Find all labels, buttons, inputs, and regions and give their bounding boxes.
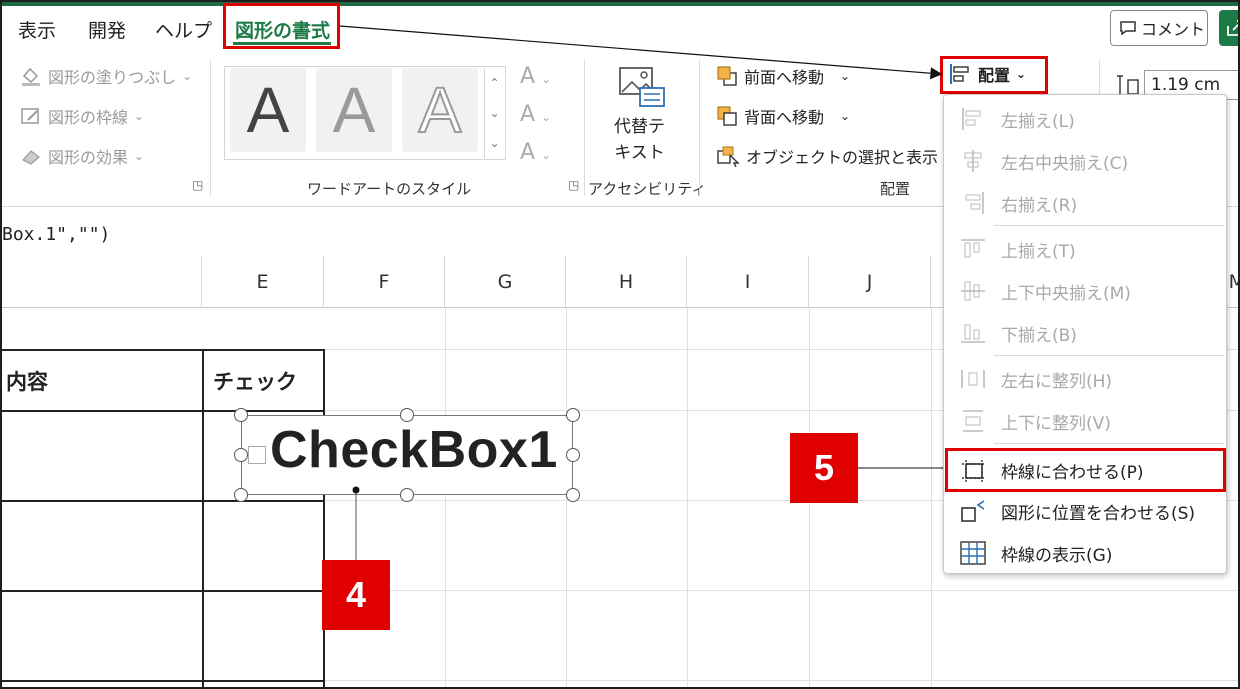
menu-item-view-gridlines[interactable]: 枠線の表示(G) [944,533,1228,573]
menu-item-align-bottom[interactable]: 下揃え(B) [944,313,1228,353]
distribute-vertical-icon [963,410,983,432]
menu-item-snap-to-shape[interactable]: 図形に位置を合わせる(S) [944,491,1228,531]
menu-item-align-middle[interactable]: 上下中央揃え(M) [944,271,1228,311]
align-right-icon [965,192,984,214]
menu-item-label: 上下中央揃え(M) [1001,283,1131,304]
align-top-icon [961,239,985,258]
align-center-icon [964,150,982,172]
menu-separator [994,355,1224,356]
align-dropdown-menu: 左揃え(L) 左右中央揃え(C) 右揃え(R) 上揃え(T) 上下中央揃え(M)… [943,94,1227,574]
snap-to-grid-icon [962,460,986,482]
excel-window: 表示 開発 ヘルプ 図形の書式 コメント 図形の塗りつぶし ⌄ 図形の枠線 ⌄ … [0,0,1240,689]
menu-item-align-top[interactable]: 上揃え(T) [944,229,1228,269]
align-middle-icon [961,281,985,301]
menu-item-label: 左揃え(L) [1001,111,1075,132]
menu-item-distribute-vertical[interactable]: 上下に整列(V) [944,401,1228,441]
step-4-badge: 4 [322,560,390,630]
menu-item-align-center[interactable]: 左右中央揃え(C) [944,141,1228,181]
menu-item-snap-to-grid[interactable]: 枠線に合わせる(P) [945,448,1226,492]
menu-item-label: 下揃え(B) [1001,325,1077,346]
menu-item-label: 上揃え(T) [1001,241,1076,262]
align-left-icon [962,108,981,130]
menu-item-label: 左右中央揃え(C) [1001,153,1129,174]
snap-to-shape-icon [961,500,985,522]
menu-item-label: 右揃え(R) [1001,195,1078,216]
view-gridlines-icon [960,541,986,565]
menu-item-align-left[interactable]: 左揃え(L) [944,99,1228,139]
menu-separator [994,225,1224,226]
distribute-horizontal-icon [961,370,985,388]
menu-item-label: 左右に整列(H) [1001,371,1113,392]
align-bottom-icon [961,324,985,343]
menu-separator [994,443,1224,444]
menu-item-label: 枠線に合わせる(P) [1001,462,1144,483]
step-5-badge: 5 [790,433,858,503]
menu-item-label: 図形に位置を合わせる(S) [1001,503,1196,524]
menu-item-align-right[interactable]: 右揃え(R) [944,183,1228,223]
menu-item-distribute-horizontal[interactable]: 左右に整列(H) [944,359,1228,399]
menu-item-label: 枠線の表示(G) [1001,545,1113,566]
menu-item-label: 上下に整列(V) [1001,413,1111,434]
